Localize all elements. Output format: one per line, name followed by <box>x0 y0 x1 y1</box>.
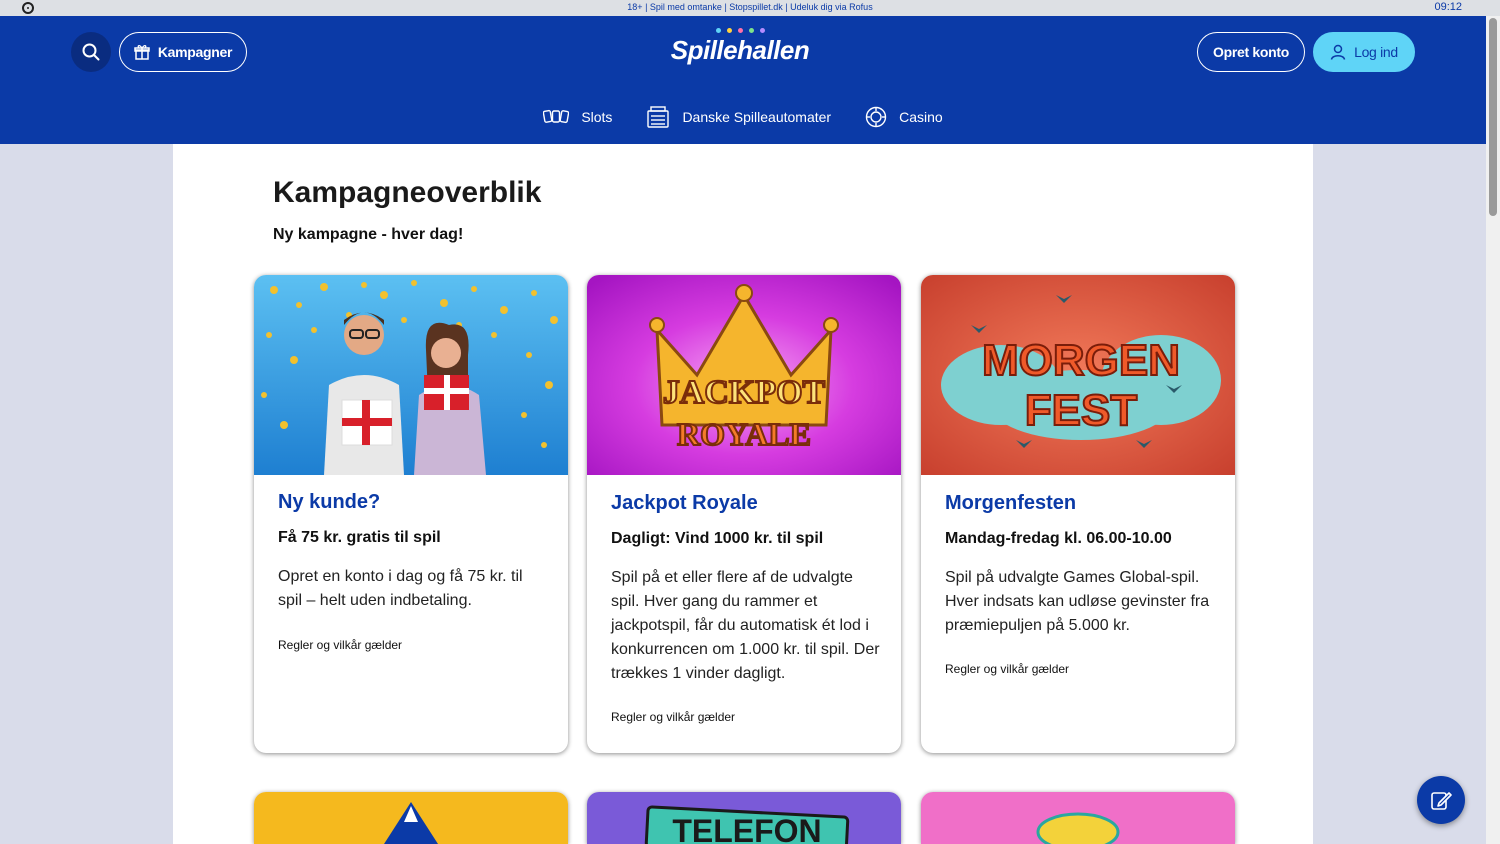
campaign-title[interactable]: Jackpot Royale <box>611 492 758 515</box>
site-header: Kampagner Spillehallen Opret konto Log i… <box>0 16 1486 144</box>
telefon-image-text: TELEFON <box>672 813 821 844</box>
morgen-image-text: MORGEN <box>982 336 1180 385</box>
campaign-subtitle: Dagligt: Vind 1000 kr. til spil <box>611 530 824 547</box>
terms-link[interactable]: Regler og vilkår gælder <box>278 638 402 652</box>
campaign-image-new-customer <box>254 275 568 475</box>
campaign-subtitle: Mandag-fredag kl. 06.00-10.00 <box>945 530 1172 547</box>
fest-image-text: FEST <box>1025 386 1138 435</box>
gift-icon <box>134 45 150 60</box>
nav-label-casino: Casino <box>899 109 943 125</box>
royale-image-text: ROYALE <box>677 416 811 452</box>
campaigns-label: Kampagner <box>157 44 233 60</box>
nav-item-danske-spilleautomater[interactable]: Danske Spilleautomater <box>646 104 831 130</box>
logo-text: Spillehallen <box>670 35 810 65</box>
campaign-card-partial[interactable] <box>254 792 568 844</box>
search-icon <box>82 43 100 61</box>
campaign-card-partial-telefon[interactable]: TELEFON <box>587 792 901 844</box>
page-scrollbar[interactable] <box>1486 16 1500 844</box>
clock-time: 09:12 <box>1434 1 1462 13</box>
search-button[interactable] <box>71 32 111 72</box>
page-title: Kampagneoverblik <box>273 176 542 209</box>
slot-machine-icon <box>543 109 570 124</box>
campaign-title[interactable]: Morgenfesten <box>945 492 1076 515</box>
casino-chip-icon <box>865 106 887 128</box>
create-account-label: Opret konto <box>1212 44 1290 60</box>
user-icon <box>1330 44 1346 60</box>
login-button[interactable]: Log ind <box>1313 32 1415 72</box>
login-label: Log ind <box>1354 44 1398 60</box>
spillehallen-logo[interactable]: Spillehallen <box>670 28 810 78</box>
nav-label-slots: Slots <box>581 109 613 125</box>
nav-label-danske-spilleautomater: Danske Spilleautomater <box>682 109 832 125</box>
feedback-button[interactable] <box>1417 776 1465 824</box>
main-content: Kampagneoverblik Ny kampagne - hver dag! <box>173 144 1313 844</box>
scrollbar-thumb[interactable] <box>1489 18 1497 216</box>
create-account-button[interactable]: Opret konto <box>1197 32 1305 72</box>
campaign-image-morgenfesten: MORGEN FEST <box>921 275 1235 475</box>
responsible-gaming-notice: 18+ | Spil med omtanke | Stopspillet.dk … <box>627 2 873 12</box>
campaign-title[interactable]: Ny kunde? <box>278 491 380 514</box>
responsible-gaming-bar: 18+ | Spil med omtanke | Stopspillet.dk … <box>0 0 1500 16</box>
nav-item-casino[interactable]: Casino <box>865 104 943 130</box>
campaign-card-new-customer[interactable]: Ny kunde? Få 75 kr. gratis til spil Opre… <box>254 275 568 753</box>
jackpot-image-text: JACKPOT <box>663 374 826 411</box>
campaign-image-jackpot-royale: JACKPOT ROYALE <box>587 275 901 475</box>
campaign-card-morgenfesten[interactable]: MORGEN FEST Morgenfesten Mandag-fredag k… <box>921 275 1235 753</box>
campaign-description: Spil på udvalgte Games Global-spil. Hver… <box>945 569 1210 634</box>
terms-link[interactable]: Regler og vilkår gælder <box>611 710 735 724</box>
logo-dots <box>670 28 810 33</box>
campaign-subtitle: Få 75 kr. gratis til spil <box>278 529 441 546</box>
edit-icon <box>1431 792 1452 810</box>
main-nav: Slots Danske Spilleautomater Casino <box>0 104 1486 130</box>
terms-link[interactable]: Regler og vilkår gælder <box>945 662 1069 676</box>
campaigns-button[interactable]: Kampagner <box>119 32 247 72</box>
cabinet-icon <box>647 106 670 128</box>
campaign-description: Opret en konto i dag og få 75 kr. til sp… <box>278 568 523 609</box>
campaign-description: Spil på et eller flere af de udvalgte sp… <box>611 569 880 682</box>
campaign-card-jackpot-royale[interactable]: JACKPOT ROYALE Jackpot Royale Dagligt: V… <box>587 275 901 753</box>
page-subtitle: Ny kampagne - hver dag! <box>273 226 464 243</box>
campaign-card-partial[interactable] <box>921 792 1235 844</box>
nav-item-slots[interactable]: Slots <box>543 104 612 130</box>
